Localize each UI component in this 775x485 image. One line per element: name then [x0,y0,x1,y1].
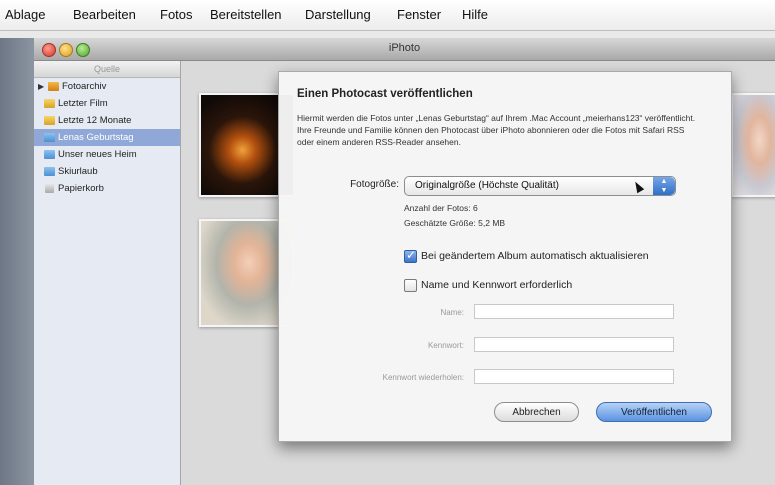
sidebar-item-label: Lenas Geburtstag [58,132,134,143]
password-field[interactable] [474,337,674,352]
film-roll-icon [44,99,55,108]
publish-button[interactable]: Veröffentlichen [596,402,712,422]
name-label: Name: [440,308,464,317]
window-title: iPhoto [388,42,421,54]
trash-icon [45,184,54,193]
sidebar-item-unser-neues-heim[interactable]: Unser neues Heim [34,146,180,163]
popup-arrows-icon: ▲ ▼ [653,177,675,195]
dialog-description: Hiermit werden die Fotos unter „Lenas Ge… [297,113,696,147]
sidebar-item-skiurlaub[interactable]: Skiurlaub [34,163,180,180]
require-password-label[interactable]: Name und Kennwort erforderlich [421,279,572,291]
sidebar-item-letzter-film[interactable]: Letzter Film [34,95,180,112]
sidebar-item-fotoarchiv[interactable]: ▶ Fotoarchiv [34,78,180,95]
window-titlebar[interactable]: iPhoto [34,38,775,61]
auto-update-checkbox[interactable] [404,248,417,263]
password-label: Kennwort: [427,341,464,350]
menu-bearbeiten[interactable]: Bearbeiten [73,7,136,22]
menu-ablage[interactable]: Ablage [5,7,45,22]
sidebar-item-label: Unser neues Heim [58,149,137,160]
photo-size-value: Originalgröße (Höchste Qualität) [415,180,559,191]
photo-size-label: Fotogröße: [350,179,399,190]
album-icon [44,133,55,142]
sidebar-item-papierkorb[interactable]: Papierkorb [34,180,180,197]
password-repeat-field[interactable] [474,369,674,384]
photo-count: Anzahl der Fotos: 6 [404,203,478,213]
sidebar-item-lenas-geburtstag[interactable]: Lenas Geburtstag [34,129,180,146]
estimated-size: Geschätzte Größe: 5,2 MB [404,218,506,228]
auto-update-label[interactable]: Bei geändertem Album automatisch aktuali… [421,250,649,262]
source-list-header: Quelle [34,61,180,78]
menu-fenster[interactable]: Fenster [397,7,441,22]
menu-fotos[interactable]: Fotos [160,7,193,22]
calendar-album-icon [44,116,55,125]
menu-bar: Ablage Bearbeiten Fotos Bereitstellen Da… [0,0,775,31]
name-field[interactable] [474,304,674,319]
sidebar-item-label: Papierkorb [58,183,104,194]
menu-bereitstellen[interactable]: Bereitstellen [210,7,282,22]
photocast-dialog: Einen Photocast veröffentlichen Hiermit … [278,71,732,442]
sidebar-item-label: Letzte 12 Monate [58,115,132,126]
sidebar-item-label: Letzter Film [58,98,108,109]
desktop-background [0,38,34,485]
source-list: Quelle ▶ Fotoarchiv Letzter Film Letzte … [34,61,181,485]
dialog-title: Einen Photocast veröffentlichen [297,88,473,100]
album-icon [44,167,55,176]
photo-thumbnail[interactable] [731,93,775,197]
sidebar-item-letzte-12-monate[interactable]: Letzte 12 Monate [34,112,180,129]
disclosure-triangle-icon[interactable]: ▶ [38,78,44,95]
cancel-button[interactable]: Abbrechen [494,402,579,422]
require-password-checkbox[interactable] [404,279,417,292]
password-repeat-label: Kennwort wiederholen: [382,373,464,382]
sidebar-item-label: Skiurlaub [58,166,98,177]
menu-darstellung[interactable]: Darstellung [305,7,371,22]
album-icon [44,150,55,159]
library-icon [48,82,59,91]
menu-hilfe[interactable]: Hilfe [462,7,488,22]
sidebar-item-label: Fotoarchiv [62,81,107,92]
